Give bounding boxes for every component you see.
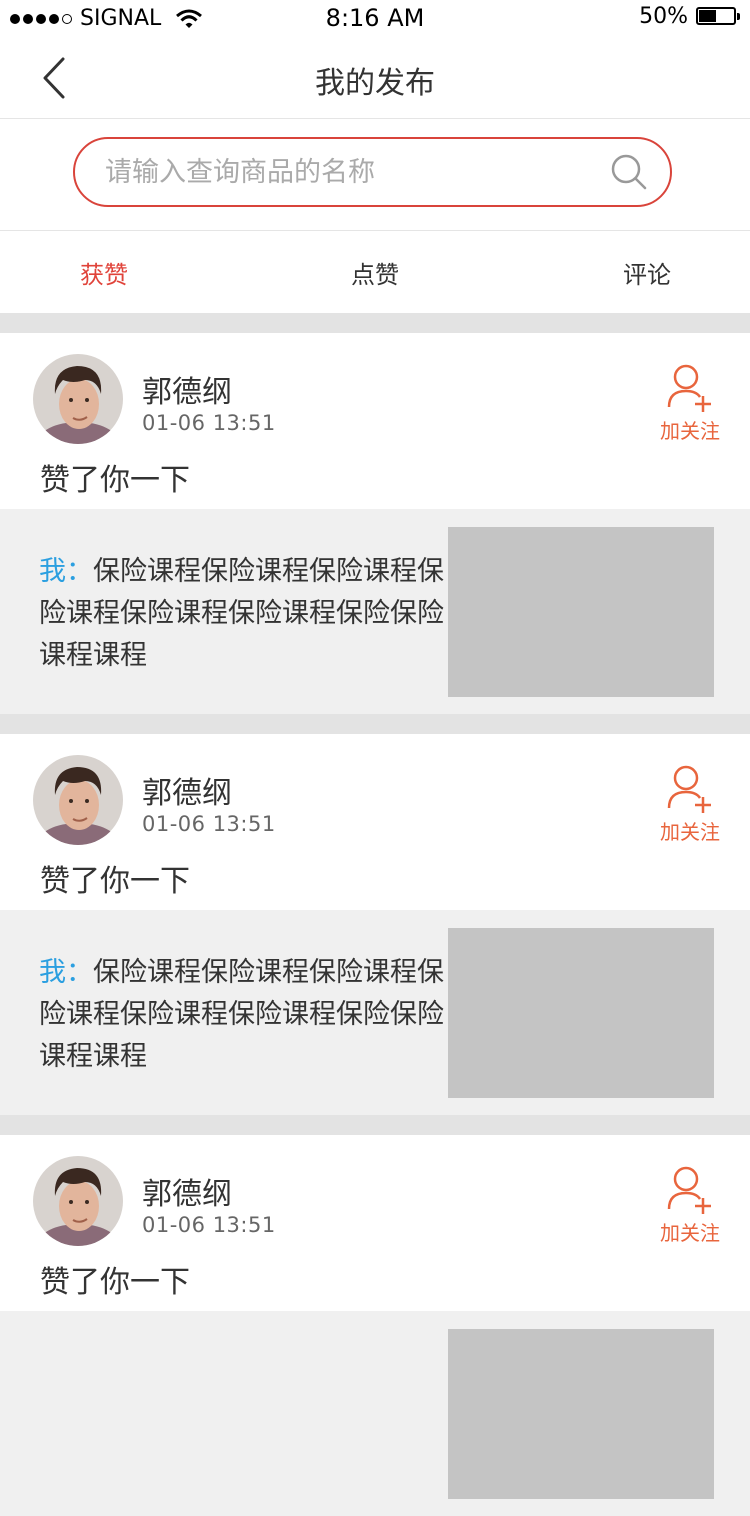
divider	[0, 313, 750, 333]
quoted-post[interactable]: 我：保险课程保险课程保险课程保险课程保险课程保险课程保险保险课程课程	[0, 509, 750, 714]
divider	[0, 714, 750, 734]
battery-indicator: 50%	[639, 4, 742, 29]
action-text: 赞了你一下	[40, 1265, 190, 1300]
search-box[interactable]	[73, 137, 672, 207]
battery-icon	[696, 6, 742, 27]
user-name[interactable]: 郭德纲	[142, 367, 232, 411]
search-icon[interactable]	[610, 153, 648, 191]
battery-percent: 50%	[639, 4, 688, 29]
avatar[interactable]	[33, 755, 123, 845]
follow-label: 加关注	[660, 820, 720, 844]
post-thumbnail[interactable]	[448, 1329, 714, 1499]
quote-body: 保险课程保险课程保险课程保险课程保险课程保险课程保险保险课程课程	[39, 957, 444, 1072]
tab-comments[interactable]: 评论	[623, 255, 671, 290]
feed-list: 郭德纲 01-06 13:51 赞了你一下 加关注 我：保险课程保险课程保险课程…	[0, 313, 750, 1516]
status-bar: SIGNAL 8:16 AM 50%	[0, 0, 750, 40]
follow-label: 加关注	[660, 419, 720, 443]
add-user-icon	[667, 1166, 711, 1214]
add-user-icon	[667, 765, 711, 813]
tab-bar: 获赞 点赞 评论	[0, 231, 750, 313]
list-item[interactable]: 郭德纲 01-06 13:51 赞了你一下 加关注	[0, 734, 750, 910]
follow-label: 加关注	[660, 1221, 720, 1245]
tab-my-likes[interactable]: 点赞	[351, 255, 399, 290]
user-name[interactable]: 郭德纲	[142, 1169, 232, 1213]
action-text: 赞了你一下	[40, 463, 190, 498]
divider	[0, 1115, 750, 1135]
post-time: 01-06 13:51	[142, 1213, 276, 1237]
quoted-post[interactable]: 我：保险课程保险课程保险课程保险课程保险课程保险课程保险保险课程课程	[0, 910, 750, 1115]
follow-button[interactable]: 加关注	[658, 363, 722, 444]
avatar[interactable]	[33, 354, 123, 444]
list-item[interactable]: 郭德纲 01-06 13:51 赞了你一下 加关注	[0, 333, 750, 509]
page-title: 我的发布	[315, 66, 435, 101]
quote-body: 保险课程保险课程保险课程保险课程保险课程保险课程保险保险课程课程	[39, 556, 444, 671]
avatar[interactable]	[33, 1156, 123, 1246]
quoted-post[interactable]	[0, 1311, 750, 1516]
quote-author: 我：	[39, 957, 93, 988]
follow-button[interactable]: 加关注	[658, 764, 722, 845]
action-text: 赞了你一下	[40, 864, 190, 899]
post-thumbnail[interactable]	[448, 928, 714, 1098]
follow-button[interactable]: 加关注	[658, 1165, 722, 1246]
post-time: 01-06 13:51	[142, 411, 276, 435]
quote-author: 我：	[39, 556, 93, 587]
tab-received-likes[interactable]: 获赞	[80, 255, 128, 290]
user-name[interactable]: 郭德纲	[142, 768, 232, 812]
list-item[interactable]: 郭德纲 01-06 13:51 赞了你一下 加关注	[0, 1135, 750, 1311]
search-input[interactable]	[103, 151, 607, 193]
post-time: 01-06 13:51	[142, 812, 276, 836]
quote-text: 我：保险课程保险课程保险课程保险课程保险课程保险课程保险保险课程课程	[39, 551, 449, 677]
nav-bar: 我的发布	[0, 40, 750, 119]
quote-text: 我：保险课程保险课程保险课程保险课程保险课程保险课程保险保险课程课程	[39, 952, 449, 1078]
post-thumbnail[interactable]	[448, 527, 714, 697]
add-user-icon	[667, 364, 711, 412]
clock: 8:16 AM	[325, 4, 425, 32]
search-area	[0, 119, 750, 231]
